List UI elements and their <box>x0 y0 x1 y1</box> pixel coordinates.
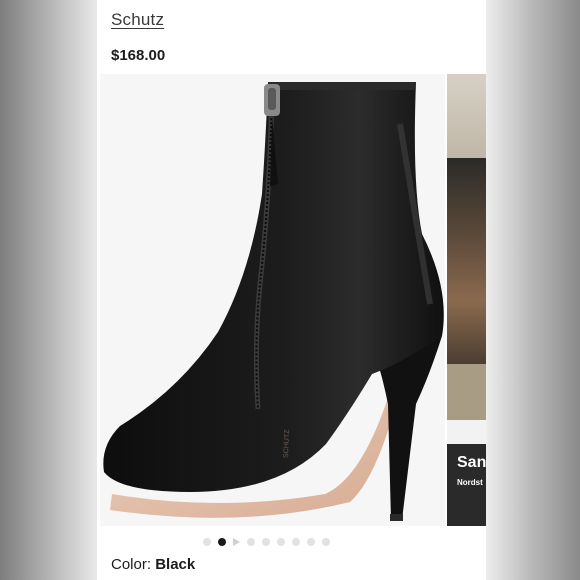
product-page: Schutz $168.00 SCHUTZ San Nordst Color: … <box>97 0 486 580</box>
carousel-dot[interactable] <box>277 538 285 546</box>
blurred-background-right <box>486 0 580 580</box>
color-value: Black <box>155 556 196 573</box>
carousel-pagination <box>203 537 330 547</box>
carousel-dot[interactable] <box>262 538 270 546</box>
product-image[interactable]: SCHUTZ <box>100 74 445 526</box>
color-selection: Color: Black <box>111 556 195 573</box>
carousel-dot[interactable] <box>322 538 330 546</box>
carousel-dot[interactable] <box>247 538 255 546</box>
carousel-dot[interactable] <box>307 538 315 546</box>
store-floor <box>447 364 486 420</box>
next-card-title: San <box>457 454 486 471</box>
color-label: Color: <box>111 556 152 573</box>
svg-text:SCHUTZ: SCHUTZ <box>283 429 291 458</box>
carousel-video-icon[interactable] <box>233 538 240 546</box>
blurred-background-left <box>0 0 97 580</box>
carousel-dot-active[interactable] <box>218 538 226 546</box>
boot-image: SCHUTZ <box>100 74 445 526</box>
carousel-dot[interactable] <box>292 538 300 546</box>
product-price: $168.00 <box>111 47 166 64</box>
store-divider <box>447 420 486 444</box>
next-card-subtitle: Nordst <box>457 478 483 487</box>
brand-link[interactable]: Schutz <box>111 10 164 30</box>
next-slide-card[interactable]: San Nordst <box>447 74 486 526</box>
carousel-dot[interactable] <box>203 538 211 546</box>
store-ceiling <box>447 74 486 158</box>
